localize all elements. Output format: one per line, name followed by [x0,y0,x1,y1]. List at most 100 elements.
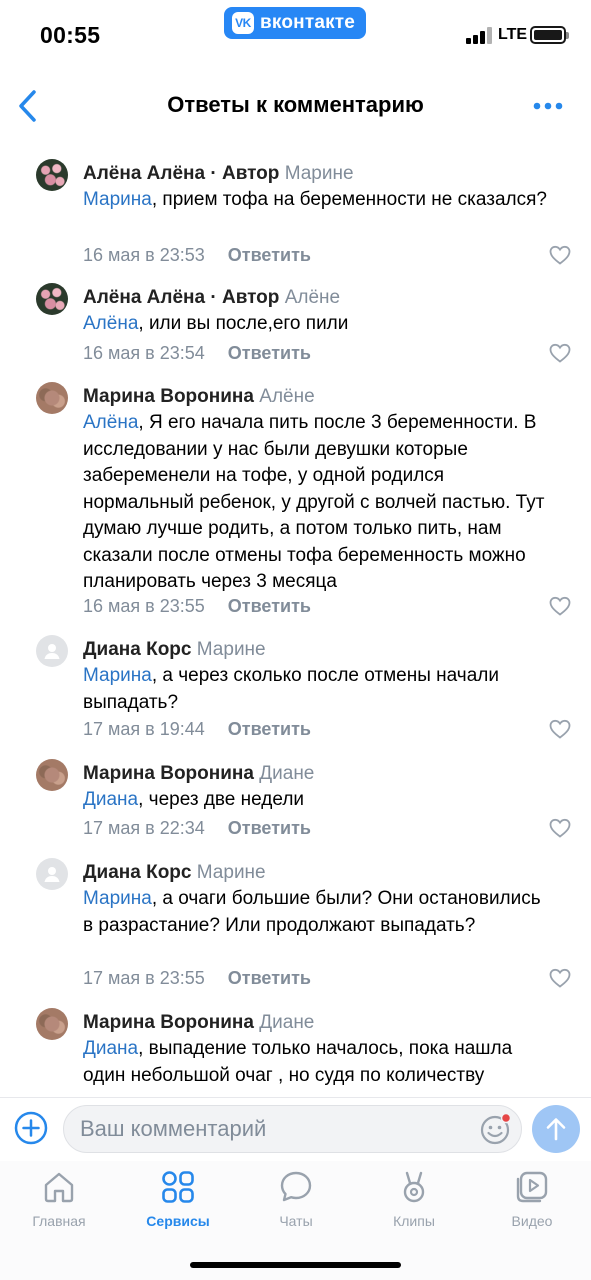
comment-meta: 16 мая в 23:54 Ответить [83,342,311,364]
comment-author[interactable]: Диана Корс [83,862,191,883]
comment-text: , через две недели [138,789,305,810]
chat-icon [278,1169,314,1205]
comment-author[interactable]: Марина Воронина [83,1012,254,1033]
comment-input-wrapper [63,1105,522,1153]
network-type: LTE [498,26,528,43]
comment-header: Марина Воронина Алёне [83,385,315,409]
reply-to[interactable]: Алёне [259,386,314,407]
comment-author[interactable]: Алёна Алёна [83,287,205,308]
avatar[interactable] [36,382,68,414]
reply-button[interactable]: Ответить [228,245,311,265]
user-placeholder-icon [44,867,60,882]
comment-author[interactable]: Марина Воронина [83,386,254,407]
comments-list: Алёна Алёна · Автор Марине Марина, прием… [0,142,591,1097]
heart-icon[interactable] [548,342,572,364]
comment-text-block: Диана, через две недели [83,787,553,814]
add-attachment-icon[interactable] [14,1111,48,1145]
page-title: Ответы к комментарию [167,92,424,117]
avatar[interactable] [36,635,68,667]
avatar[interactable] [36,159,68,191]
tab-label: Клипы [393,1213,435,1229]
reply-button[interactable]: Ответить [228,596,311,616]
mention-link[interactable]: Алёна [83,412,138,433]
more-options-icon[interactable] [530,92,566,120]
tab-clips[interactable]: Клипы [364,1169,464,1235]
mention-link[interactable]: Марина [83,189,152,210]
home-icon [41,1169,77,1205]
battery-icon [530,26,569,44]
mention-link[interactable]: Диана [83,789,138,810]
status-time: 00:55 [40,22,101,48]
heart-icon[interactable] [548,817,572,839]
tab-label: Главная [32,1213,86,1229]
comment-date: 17 мая в 23:55 [83,968,205,988]
signal-icon [466,26,492,44]
comment-text: , Я его начала пить после 3 беременности… [83,412,545,592]
tab-label: Чаты [279,1213,313,1229]
comment-author[interactable]: Диана Корс [83,639,191,660]
comment-composer [0,1097,591,1161]
send-button[interactable] [532,1105,580,1153]
avatar[interactable] [36,858,68,890]
comment-header: Марина Воронина Диане [83,1011,314,1035]
mention-link[interactable]: Марина [83,888,152,909]
comment-date: 17 мая в 22:34 [83,818,205,838]
reply-to[interactable]: Марине [197,862,266,883]
reply-button[interactable]: Ответить [228,343,311,363]
reply-button[interactable]: Ответить [228,818,311,838]
page-header: Ответы к комментарию [0,70,591,142]
tab-video[interactable]: Видео [482,1169,582,1235]
arrow-up-icon [546,1118,566,1141]
emoji-icon[interactable] [479,1112,513,1146]
comment-text-block: Марина, а через сколько после отмены нач… [83,663,553,716]
avatar[interactable] [36,1008,68,1040]
mention-link[interactable]: Алёна [83,313,138,334]
reply-to[interactable]: Алёне [285,287,340,308]
comment-text: , а очаги большие были? Они остановились… [83,888,541,936]
comment-meta: 16 мая в 23:53 Ответить [83,244,311,266]
comment-meta: 17 мая в 19:44 Ответить [83,718,311,740]
author-role: · Автор [205,163,280,184]
vk-badge-label: вконтакте [260,12,356,33]
comment-meta: 17 мая в 22:34 Ответить [83,817,311,839]
reply-to[interactable]: Марине [197,639,266,660]
comment-header: Марина Воронина Диане [83,762,314,786]
tab-label: Сервисы [146,1213,210,1229]
vk-app-badge[interactable]: VK вконтакте [224,7,366,39]
comment-author[interactable]: Алёна Алёна [83,163,205,184]
author-role: · Автор [205,287,280,308]
tab-label: Видео [511,1213,553,1229]
tab-services[interactable]: Сервисы [128,1169,228,1235]
comment-date: 17 мая в 19:44 [83,719,205,739]
comment-header: Алёна Алёна · Автор Марине [83,162,354,186]
tab-home[interactable]: Главная [9,1169,109,1235]
video-icon [514,1169,550,1205]
heart-icon[interactable] [548,244,572,266]
mention-link[interactable]: Диана [83,1038,138,1059]
comment-text-block: Алёна, или вы после,его пили [83,311,553,338]
home-indicator [190,1262,401,1268]
heart-icon[interactable] [548,718,572,740]
comment-text-block: Марина, прием тофа на беременности не ск… [83,187,553,214]
comment-header: Диана Корс Марине [83,638,266,662]
reply-to[interactable]: Диане [259,763,314,784]
comment-text: , прием тофа на беременности не сказался… [151,189,547,210]
heart-icon[interactable] [548,967,572,989]
reply-to[interactable]: Марине [285,163,354,184]
comment-meta: 16 мая в 23:55 Ответить [83,595,311,617]
tab-chats[interactable]: Чаты [246,1169,346,1235]
heart-icon[interactable] [548,595,572,617]
reply-button[interactable]: Ответить [228,719,311,739]
avatar[interactable] [36,283,68,315]
comment-input[interactable] [80,1106,480,1152]
comment-header: Диана Корс Марине [83,861,266,885]
reply-to[interactable]: Диане [259,1012,314,1033]
clips-icon [396,1169,432,1205]
mention-link[interactable]: Марина [83,665,152,686]
comment-text: , выпадение только началось, пока нашла … [83,1038,513,1086]
avatar[interactable] [36,759,68,791]
comment-author[interactable]: Марина Воронина [83,763,254,784]
comment-text: , или вы после,его пили [138,313,349,334]
services-icon [160,1169,196,1205]
reply-button[interactable]: Ответить [228,968,311,988]
